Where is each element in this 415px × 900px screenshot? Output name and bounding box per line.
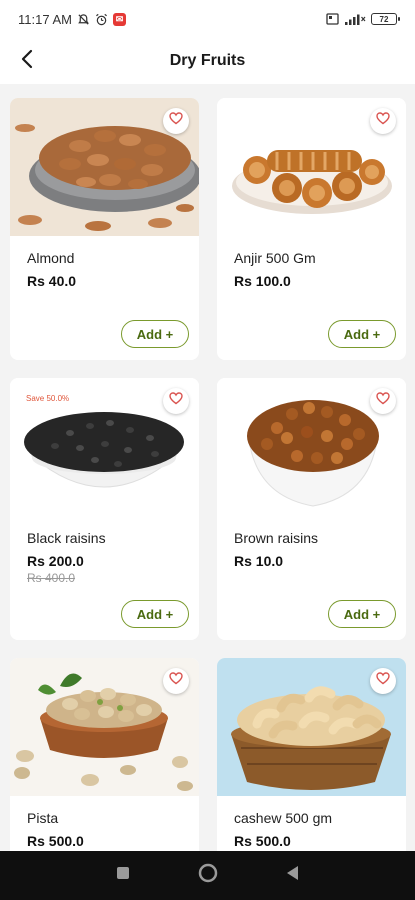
alarm-icon bbox=[95, 13, 108, 26]
product-name: Brown raisins bbox=[234, 530, 319, 546]
heart-outline-icon bbox=[376, 112, 390, 130]
screenshot-icon bbox=[326, 13, 339, 25]
page-title: Dry Fruits bbox=[169, 52, 246, 69]
product-name: Anjir 500 Gm bbox=[234, 250, 316, 266]
heart-outline-icon bbox=[169, 112, 183, 130]
app-notification-icon: ✉ bbox=[112, 12, 126, 26]
product-name: Black raisins bbox=[27, 530, 106, 546]
status-bar: 11:17 AM ✉ 72 bbox=[0, 0, 415, 38]
triangle-back-icon bbox=[286, 865, 300, 886]
favorite-button[interactable] bbox=[370, 388, 396, 414]
product-price: Rs 40.0 bbox=[27, 273, 77, 289]
back-button[interactable] bbox=[12, 46, 42, 76]
battery-icon: 72 bbox=[371, 13, 400, 25]
system-nav-bar bbox=[0, 851, 415, 900]
favorite-button[interactable] bbox=[163, 388, 189, 414]
app-header: Dry Fruits bbox=[0, 38, 415, 84]
product-name: Almond bbox=[27, 250, 75, 266]
status-right: 72 bbox=[326, 13, 400, 25]
product-price: Rs 200.0 bbox=[27, 553, 84, 569]
product-price: Rs 100.0 bbox=[234, 273, 291, 289]
favorite-button[interactable] bbox=[163, 668, 189, 694]
add-to-cart-button[interactable]: Add + bbox=[328, 320, 396, 348]
circle-icon bbox=[198, 863, 218, 888]
discount-label: Save 50.0% bbox=[26, 394, 70, 403]
product-card[interactable]: Almond Rs 40.0 Add + bbox=[10, 98, 199, 360]
favorite-button[interactable] bbox=[370, 668, 396, 694]
heart-outline-icon bbox=[169, 672, 183, 690]
home-button[interactable] bbox=[188, 856, 228, 896]
status-time: 11:17 AM bbox=[18, 11, 72, 27]
favorite-button[interactable] bbox=[370, 108, 396, 134]
back-arrow-icon bbox=[20, 49, 34, 74]
product-price: Rs 500.0 bbox=[234, 833, 291, 849]
mute-icon bbox=[77, 13, 90, 26]
square-icon bbox=[116, 866, 130, 885]
product-price: Rs 10.0 bbox=[234, 553, 284, 569]
product-card[interactable]: Save 50.0% Black raisins Rs 200.0 Rs 400… bbox=[10, 378, 199, 640]
add-to-cart-button[interactable]: Add + bbox=[121, 320, 189, 348]
signal-icon bbox=[344, 13, 366, 25]
nav-back-button[interactable] bbox=[273, 856, 313, 896]
recents-button[interactable] bbox=[103, 856, 143, 896]
product-old-price: Rs 400.0 bbox=[27, 571, 76, 585]
heart-outline-icon bbox=[376, 392, 390, 410]
product-card[interactable]: Anjir 500 Gm Rs 100.0 Add + bbox=[217, 98, 406, 360]
status-left: 11:17 AM ✉ bbox=[18, 12, 126, 27]
product-card[interactable]: Brown raisins Rs 10.0 Add + bbox=[217, 378, 406, 640]
add-to-cart-button[interactable]: Add + bbox=[121, 600, 189, 628]
heart-outline-icon bbox=[169, 392, 183, 410]
favorite-button[interactable] bbox=[163, 108, 189, 134]
product-name: cashew 500 gm bbox=[234, 810, 333, 826]
product-name: Pista bbox=[27, 810, 59, 826]
add-to-cart-button[interactable]: Add + bbox=[328, 600, 396, 628]
heart-outline-icon bbox=[376, 672, 390, 690]
product-price: Rs 500.0 bbox=[27, 833, 84, 849]
